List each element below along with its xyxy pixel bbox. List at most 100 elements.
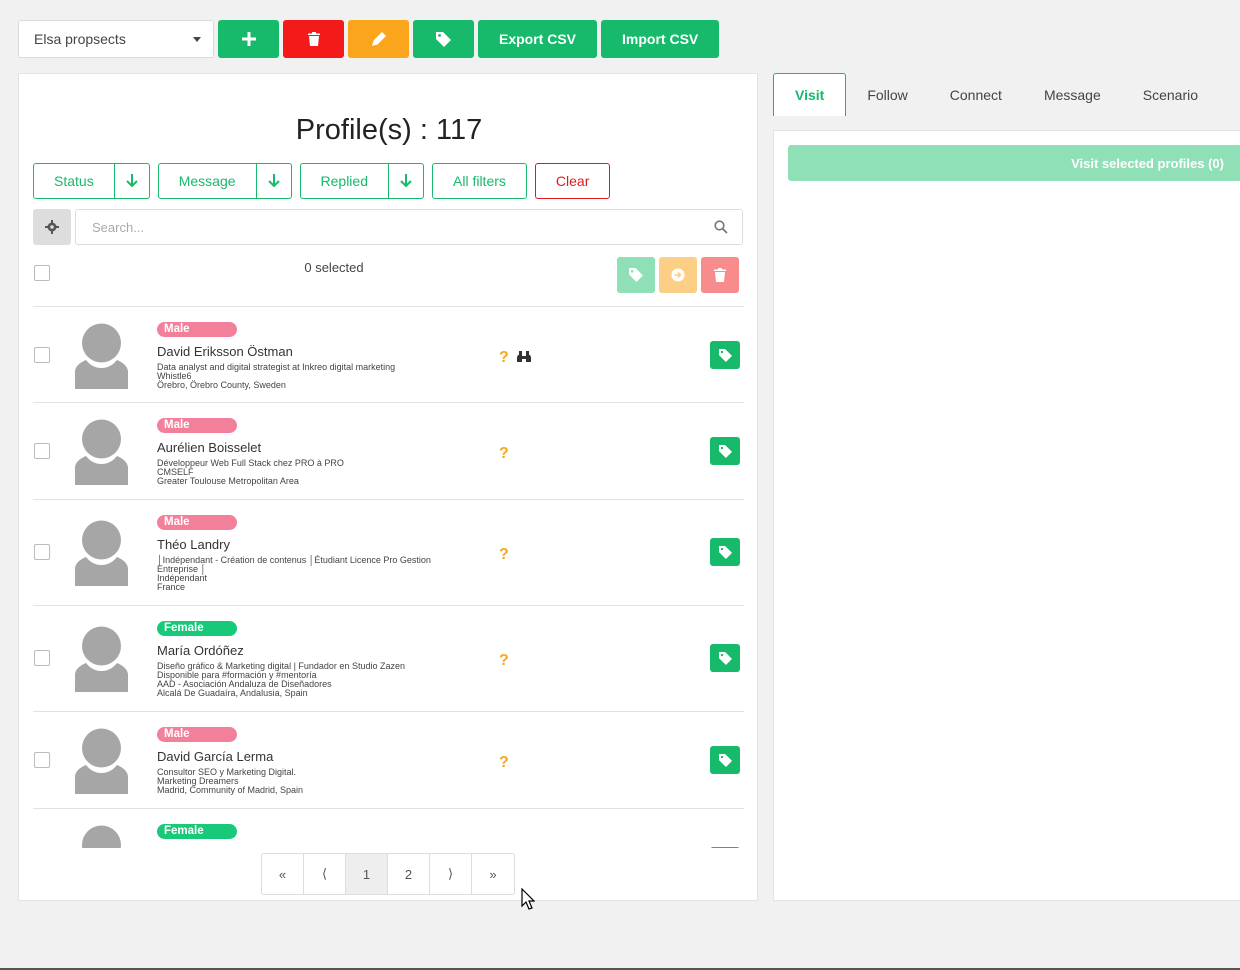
profile-name[interactable]: David Eriksson Östman — [157, 344, 293, 359]
profile-info-line: Örebro, Örebro County, Sweden — [157, 380, 286, 390]
arrow-down-icon[interactable] — [388, 164, 423, 198]
prev-page-button[interactable]: ⟨ — [304, 854, 346, 894]
gender-badge: Male — [157, 727, 237, 742]
question-icon: ? — [499, 754, 509, 771]
tab-visit[interactable]: Visit — [773, 73, 847, 116]
search-input[interactable] — [90, 218, 714, 236]
bulk-actions — [617, 257, 739, 293]
tab-follow[interactable]: Follow — [846, 73, 928, 116]
gender-badge: Male — [157, 515, 237, 530]
binoculars-icon — [517, 351, 531, 362]
prospect-list-select[interactable]: Elsa propsects — [18, 20, 214, 58]
profile-row[interactable]: Female María Ordóñez Diseño gráfico & Mark… — [33, 606, 744, 712]
prospect-list-select-value: Elsa propsects — [34, 31, 126, 47]
import-csv-button[interactable]: Import CSV — [601, 20, 720, 58]
profile-name[interactable]: Théo Landry — [157, 537, 230, 552]
export-csv-button[interactable]: Export CSV — [478, 20, 598, 58]
last-page-button[interactable]: » — [472, 854, 514, 894]
page-2-button[interactable]: 2 — [388, 854, 430, 894]
gender-badge: Male — [157, 322, 237, 337]
all-filters-button[interactable]: All filters — [432, 163, 527, 199]
avatar — [75, 322, 128, 389]
visit-selected-button[interactable]: Visit selected profiles (0) — [788, 145, 1240, 181]
settings-button[interactable] — [33, 209, 71, 245]
tab-scenario[interactable]: Scenario — [1122, 73, 1219, 116]
profile-info-line: Alcalá De Guadaíra, Andalusia, Spain — [157, 688, 308, 698]
avatar — [75, 418, 128, 485]
search-bar — [75, 209, 743, 245]
profiles-panel: Profile(s) : 117 Status Message Replied … — [18, 73, 758, 901]
tag-button[interactable] — [413, 20, 474, 58]
row-tag-button[interactable] — [710, 847, 740, 848]
visit-panel: Visit selected profiles (0) — [773, 130, 1240, 901]
row-checkbox[interactable] — [34, 544, 50, 560]
pagination: « ⟨ 1 2 ⟩ » — [261, 853, 515, 895]
row-tag-button[interactable] — [710, 341, 740, 369]
profile-name[interactable]: María Ordóñez — [157, 643, 244, 658]
row-tag-button[interactable] — [710, 538, 740, 566]
row-checkbox[interactable] — [34, 347, 50, 363]
profile-name[interactable]: Aurélien Boisselet — [157, 440, 261, 455]
row-checkbox[interactable] — [34, 650, 50, 666]
row-tag-button[interactable] — [710, 437, 740, 465]
profile-row[interactable]: Male Aurélien Boisselet Développeur Web Fu… — [33, 403, 744, 500]
tab-connect[interactable]: Connect — [929, 73, 1023, 116]
plus-icon — [241, 32, 256, 46]
filter-bar: Status Message Replied All filters Clear — [33, 163, 611, 199]
question-icon: ? — [499, 652, 509, 669]
clear-filters-button[interactable]: Clear — [534, 163, 611, 199]
profile-info-line: France — [157, 582, 186, 592]
arrow-down-icon[interactable] — [113, 164, 149, 198]
tag-icon — [436, 31, 451, 47]
profile-row[interactable]: Male David Eriksson Östman Data analyst an… — [33, 307, 744, 403]
avatar — [75, 727, 128, 794]
replied-filter[interactable]: Replied — [299, 163, 424, 199]
gender-badge: Female — [157, 824, 237, 839]
row-tag-button[interactable] — [710, 644, 740, 672]
row-checkbox[interactable] — [34, 752, 50, 768]
pencil-icon — [371, 32, 386, 46]
status-filter[interactable]: Status — [33, 163, 150, 199]
row-tag-button[interactable] — [710, 746, 740, 774]
gear-icon — [45, 220, 59, 234]
profile-info-line: Greater Toulouse Metropolitan Area — [157, 476, 299, 486]
replied-filter-label: Replied — [320, 173, 368, 189]
action-tabs: Visit Follow Connect Message Scenario — [773, 73, 1219, 116]
add-button[interactable] — [218, 20, 279, 58]
avatar — [75, 824, 128, 848]
profile-row[interactable]: Male Théo Landry │Indépendant - Création d… — [33, 500, 744, 606]
first-page-button[interactable]: « — [262, 854, 304, 894]
profile-info-line: Madrid, Community of Madrid, Spain — [157, 785, 304, 795]
gender-badge: Female — [157, 621, 237, 636]
chevron-down-icon — [193, 36, 201, 42]
search-icon[interactable] — [714, 220, 728, 234]
next-page-button[interactable]: ⟩ — [430, 854, 472, 894]
question-icon: ? — [499, 546, 509, 563]
bulk-delete-button[interactable] — [701, 257, 739, 293]
profile-row[interactable]: Female — [33, 809, 744, 848]
profile-list: Male David Eriksson Östman Data analyst an… — [33, 306, 744, 848]
status-filter-label: Status — [54, 173, 94, 189]
trash-icon — [714, 268, 726, 282]
page-1-button[interactable]: 1 — [346, 854, 388, 894]
toolbar: Elsa propsects Export CSV Import CSV — [18, 20, 720, 58]
profile-info-line: Data analyst and digital strategist at I… — [157, 362, 396, 372]
message-filter[interactable]: Message — [157, 163, 292, 199]
tab-message[interactable]: Message — [1023, 73, 1122, 116]
trash-icon — [307, 32, 320, 46]
tag-icon — [629, 268, 643, 282]
delete-button[interactable] — [283, 20, 344, 58]
bulk-forward-button[interactable] — [659, 257, 697, 293]
profile-row[interactable]: Male David García Lerma Consultor SEO y Ma… — [33, 712, 744, 809]
mouse-cursor-icon — [521, 888, 535, 910]
bulk-tag-button[interactable] — [617, 257, 655, 293]
gender-badge: Male — [157, 418, 237, 433]
avatar — [75, 625, 128, 692]
message-filter-label: Message — [178, 173, 236, 189]
select-all-checkbox[interactable] — [34, 265, 50, 281]
profile-name[interactable]: David García Lerma — [157, 749, 273, 764]
row-checkbox[interactable] — [34, 443, 50, 459]
profiles-count-title: Profile(s) : 117 — [295, 114, 483, 146]
arrow-down-icon[interactable] — [255, 164, 291, 198]
edit-button[interactable] — [348, 20, 409, 58]
